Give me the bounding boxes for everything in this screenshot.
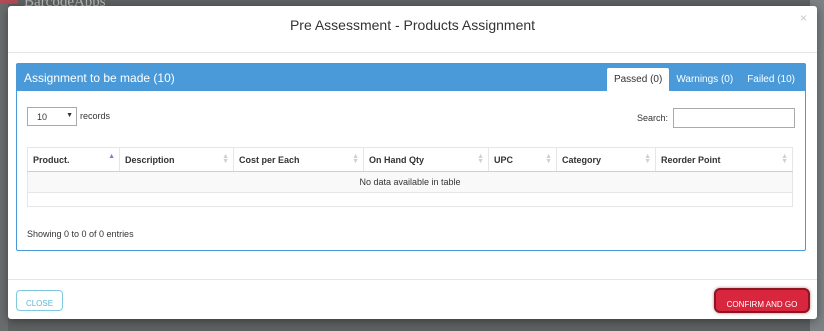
confirm-and-go-button[interactable]: CONFIRM AND GO [714,288,810,313]
sort-asc-icon: ▲ [108,153,115,160]
modal-header: Pre Assessment - Products Assignment × [8,6,817,53]
modal-footer: CLOSE CONFIRM AND GO [8,279,817,319]
tab-passed[interactable]: Passed (0) [606,68,670,91]
table-info: Showing 0 to 0 of 0 entries [27,229,134,239]
column-label: Category [562,154,602,165]
column-reorder-point[interactable]: Reorder Point ▲ ▼ [655,147,793,172]
column-label: UPC [494,154,514,165]
records-per-page-select[interactable]: 10 ▼ [27,107,77,126]
modal-title: Pre Assessment - Products Assignment [289,17,536,33]
records-label: records [80,111,111,121]
close-button[interactable]: CLOSE [16,290,63,311]
column-description[interactable]: Description ▲ ▼ [119,147,234,172]
close-icon[interactable]: × [800,11,807,25]
column-on-hand-qty[interactable]: On Hand Qty ▲ ▼ [363,147,489,172]
column-label: Description [125,154,175,165]
table-header-row: Product. ▲ Description ▲ ▼ Cost per Each … [27,147,793,172]
column-upc[interactable]: UPC ▲ ▼ [488,147,557,172]
background-sidebar [0,0,8,331]
sort-icon: ▲ ▼ [477,153,484,165]
assignment-panel: Assignment to be made (10) Passed (0) Wa… [16,63,806,251]
column-label: Product. [33,154,70,165]
records-per-page-value: 10 [37,112,48,122]
search-label: Search: [636,113,668,123]
column-category[interactable]: Category ▲ ▼ [556,147,656,172]
search-input[interactable] [673,108,795,128]
column-cost-per-each[interactable]: Cost per Each ▲ ▼ [233,147,364,172]
column-label: Cost per Each [239,154,300,165]
status-tabs: Passed (0) Warnings (0) Failed (10) [606,68,802,91]
sort-icon: ▲ ▼ [545,153,552,165]
column-label: On Hand Qty [369,154,425,165]
sort-icon: ▲ ▼ [644,153,651,165]
empty-table-message: No data available in table [27,171,793,193]
table-footer-spacer [27,193,793,207]
logo-badge [0,0,18,4]
tab-warnings[interactable]: Warnings (0) [669,68,740,91]
tab-failed[interactable]: Failed (10) [740,68,802,91]
table-controls: 10 ▼ records Search: [27,107,795,129]
column-product[interactable]: Product. ▲ [27,147,120,172]
sort-icon: ▲ ▼ [781,153,788,165]
sort-icon: ▲ ▼ [222,153,229,165]
table-row: No data available in table [27,171,793,193]
chevron-down-icon: ▼ [66,112,73,119]
column-label: Reorder Point [661,154,721,165]
panel-heading: Assignment to be made (10) Passed (0) Wa… [17,64,805,91]
products-assignment-modal: Pre Assessment - Products Assignment × A… [8,6,817,319]
products-table: Product. ▲ Description ▲ ▼ Cost per Each … [27,147,793,207]
panel-title: Assignment to be made (10) [24,71,175,85]
sort-icon: ▲ ▼ [352,153,359,165]
